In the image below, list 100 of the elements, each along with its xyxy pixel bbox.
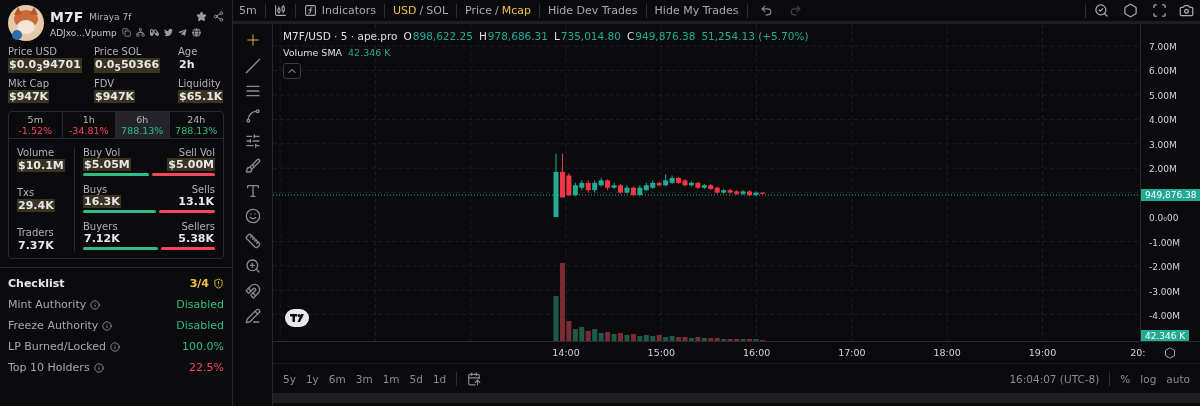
stat-label: Liquidity bbox=[178, 78, 221, 90]
stat-value: $947K bbox=[8, 90, 50, 104]
settings-icon[interactable] bbox=[1164, 347, 1176, 359]
range-button[interactable]: 5y bbox=[283, 372, 296, 385]
ohlc-value: 949,876.38 bbox=[635, 30, 696, 42]
checklist-label: Top 10 Holders bbox=[8, 361, 90, 375]
range-button[interactable]: 5d bbox=[409, 372, 423, 385]
search-icon[interactable] bbox=[1094, 3, 1109, 18]
clock-time: 16:04:07 (UTC-8) bbox=[1009, 372, 1100, 385]
line-icon[interactable] bbox=[244, 58, 261, 74]
pencil-icon[interactable] bbox=[244, 308, 261, 324]
sell-label: Sell Vol bbox=[178, 147, 215, 159]
token-symbol: M7F bbox=[50, 8, 84, 25]
sell-value: $5.00M bbox=[167, 158, 215, 172]
toolbar-button[interactable]: Hide Dev Trades bbox=[547, 4, 638, 17]
period-tab[interactable]: 24h 788.13% bbox=[169, 112, 223, 139]
sliders-icon[interactable] bbox=[244, 133, 261, 149]
info-icon[interactable] bbox=[93, 362, 104, 373]
separator-text: / bbox=[494, 4, 499, 17]
range-button[interactable]: 3m bbox=[355, 372, 373, 385]
price-axis-label: 5.00M bbox=[1149, 90, 1177, 101]
checklist-value: Disabled bbox=[176, 319, 224, 333]
star-icon[interactable] bbox=[196, 11, 207, 22]
toolbar-button[interactable]: Hide My Trades bbox=[654, 4, 739, 17]
buy-value: 16.3K bbox=[83, 195, 121, 209]
checklist-value: Disabled bbox=[176, 298, 224, 312]
ruler-icon[interactable] bbox=[244, 233, 261, 249]
interval-button[interactable]: 5m bbox=[239, 4, 257, 17]
ohlc-value: 898,622.25 bbox=[412, 30, 473, 42]
calendar-icon[interactable] bbox=[467, 371, 482, 386]
price-axis-label: 4.00M bbox=[1149, 115, 1177, 126]
scale-option[interactable]: auto bbox=[1166, 372, 1190, 385]
token-address: ADJxo...Vpump bbox=[50, 27, 117, 38]
bird-icon[interactable] bbox=[163, 28, 173, 37]
pill-icon[interactable] bbox=[149, 28, 159, 37]
range-button[interactable]: 1m bbox=[382, 372, 400, 385]
checklist-value: 100.0% bbox=[182, 340, 224, 354]
mode-toggle[interactable]: Mcap bbox=[501, 4, 531, 17]
lines-icon[interactable] bbox=[244, 83, 261, 99]
ohlc-key: O bbox=[403, 30, 412, 42]
sell-label: Sells bbox=[191, 184, 215, 196]
collapse-button[interactable] bbox=[283, 63, 301, 79]
undo-icon[interactable] bbox=[759, 4, 773, 17]
function-icon[interactable] bbox=[303, 4, 317, 17]
price-axis-label: -1.00M bbox=[1149, 237, 1181, 248]
price-axis-label: -2.00M bbox=[1149, 262, 1181, 273]
fullscreen-icon[interactable] bbox=[1152, 3, 1167, 18]
share-icon[interactable] bbox=[213, 11, 224, 22]
currency-toggle[interactable]: SOL bbox=[426, 4, 449, 17]
network-icon[interactable] bbox=[135, 28, 145, 37]
range-button[interactable]: 1y bbox=[305, 372, 319, 385]
price-axis-label: -3.00M bbox=[1149, 286, 1181, 297]
paper-plane-icon[interactable] bbox=[177, 28, 187, 37]
checklist-title: Checklist bbox=[8, 277, 65, 291]
candlestick-icon[interactable] bbox=[273, 4, 287, 17]
price-axis-label: 7.00M bbox=[1149, 42, 1177, 52]
text-icon[interactable] bbox=[244, 183, 261, 199]
sell-value: 13.1K bbox=[177, 195, 215, 209]
stat-value: $0.0$_{3}$94701 bbox=[8, 58, 82, 74]
info-icon[interactable] bbox=[90, 299, 101, 310]
scale-option[interactable]: % bbox=[1120, 372, 1131, 385]
ohlc-value: 735,014.80 bbox=[560, 30, 621, 42]
range-button[interactable]: 1d bbox=[432, 372, 447, 385]
currency-toggle[interactable]: USD bbox=[393, 4, 417, 17]
period-tab[interactable]: 5m -1.52% bbox=[9, 112, 63, 139]
copy-icon[interactable] bbox=[121, 28, 131, 37]
price-change: -1.52% bbox=[18, 125, 53, 137]
camera-icon[interactable] bbox=[1179, 3, 1194, 18]
indicators-button[interactable]: Indicators bbox=[321, 4, 377, 17]
price-change: -34.81% bbox=[68, 125, 109, 137]
checklist-label: Mint Authority bbox=[8, 298, 87, 312]
stat-value: 0.0$_{5}$50366 bbox=[94, 58, 161, 74]
scale-option[interactable]: log bbox=[1140, 372, 1157, 385]
magnet-icon[interactable] bbox=[244, 283, 261, 299]
smiley-icon[interactable] bbox=[244, 208, 261, 224]
pattern-icon[interactable] bbox=[244, 108, 261, 124]
activity-label: Volume bbox=[17, 147, 55, 159]
token-name: Miraya 7f bbox=[89, 11, 132, 22]
checklist-label: LP Burned/Locked bbox=[8, 340, 106, 354]
stat-label: Price SOL bbox=[94, 46, 142, 57]
price-change: 788.13% bbox=[121, 125, 164, 137]
activity-value: 7.37K bbox=[17, 239, 55, 253]
sell-bar bbox=[161, 247, 215, 251]
separator-text: / bbox=[419, 4, 424, 17]
brush-icon[interactable] bbox=[244, 158, 261, 174]
activity-label: Traders bbox=[17, 227, 54, 239]
ohlc-key: L bbox=[553, 30, 560, 42]
globe-icon[interactable] bbox=[191, 28, 201, 37]
settings-icon[interactable] bbox=[1123, 3, 1138, 18]
range-button[interactable]: 6m bbox=[328, 372, 346, 385]
mode-toggle[interactable]: Price bbox=[465, 4, 492, 17]
period-tab[interactable]: 6h 788.13% bbox=[116, 112, 170, 139]
logo-icon bbox=[285, 309, 309, 327]
price-change: 51,254.13 (+5.70%) bbox=[701, 30, 809, 42]
shield-icon bbox=[213, 278, 224, 290]
info-icon[interactable] bbox=[102, 320, 113, 331]
zoom-in-icon[interactable] bbox=[244, 258, 261, 274]
buy-label: Buys bbox=[83, 184, 108, 196]
info-icon[interactable] bbox=[110, 341, 120, 352]
price-axis-label: -4.00M bbox=[1149, 310, 1181, 321]
